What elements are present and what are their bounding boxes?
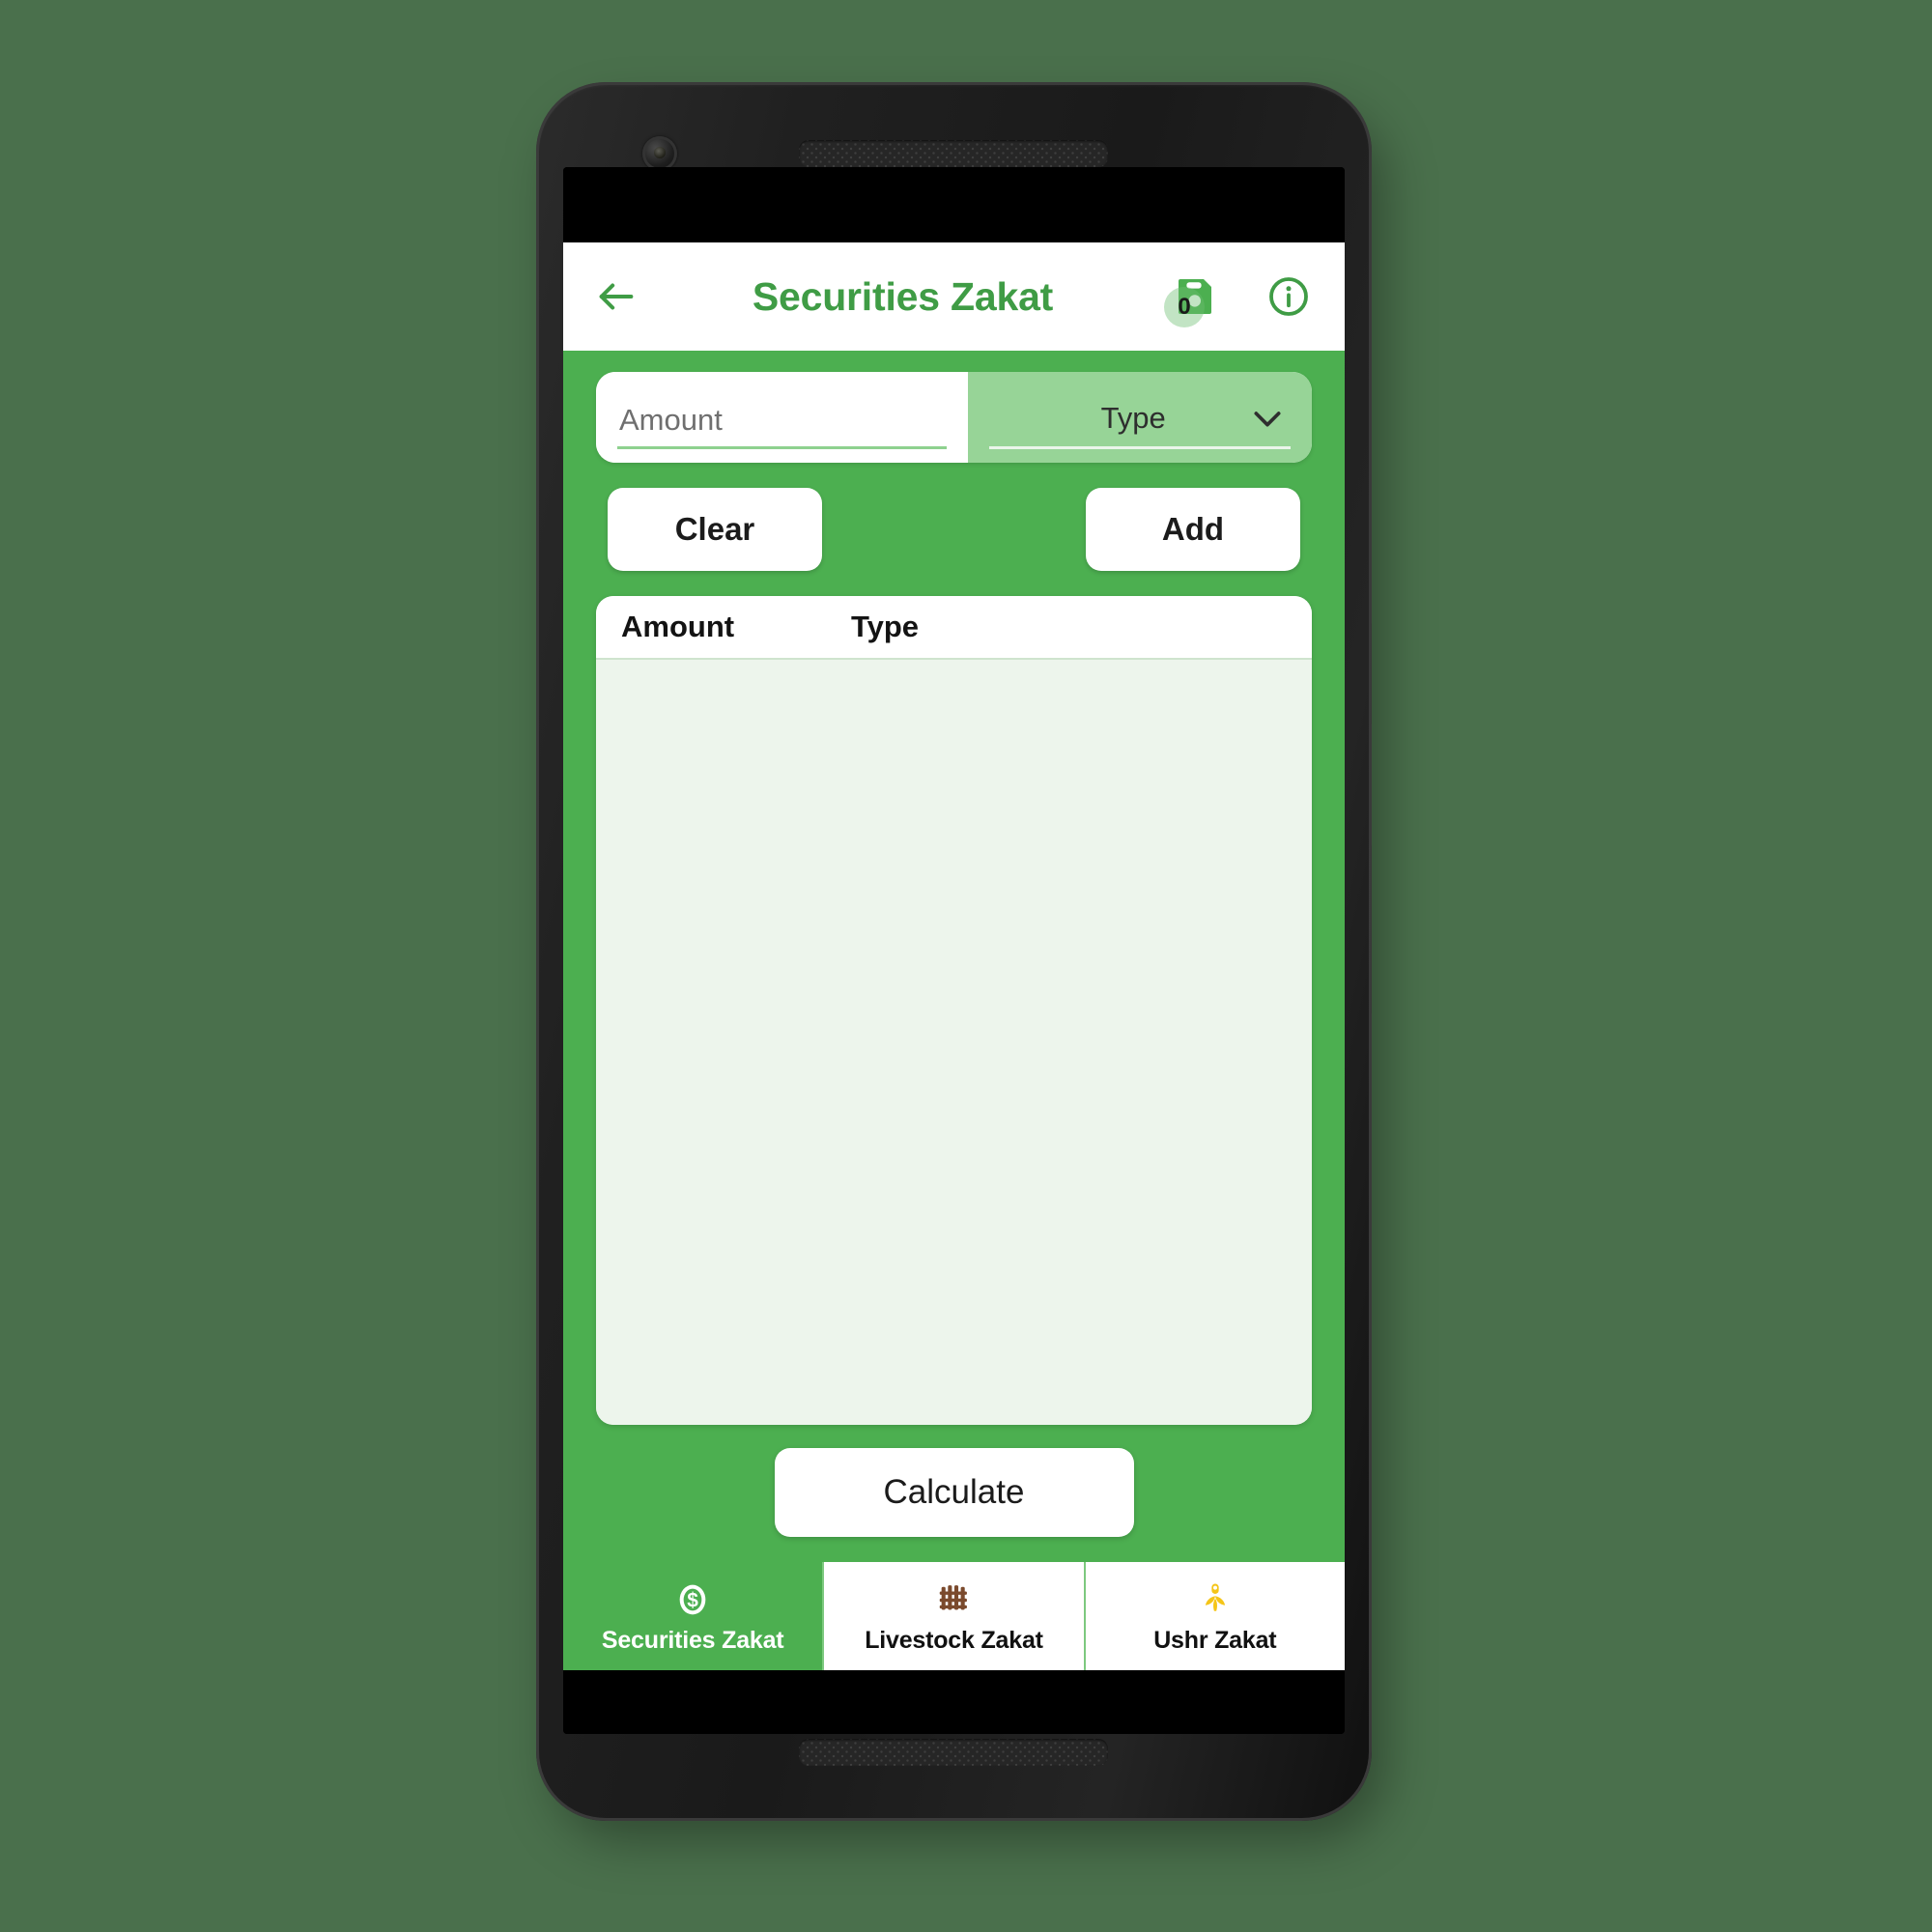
type-selected-value: Type <box>1100 401 1166 435</box>
table-header-row: Amount Type <box>596 596 1312 660</box>
bottom-navigation: $ Securities Zakat Livestock Zakat Ushr … <box>563 1562 1345 1670</box>
app-bar-actions: 0 <box>1164 268 1318 327</box>
svg-text:$: $ <box>687 1589 698 1611</box>
page-title: Securities Zakat <box>752 273 1054 319</box>
phone-screen: Securities Zakat 0 Amount Type Clear Add… <box>563 167 1345 1734</box>
nav-tab-ushr-zakat[interactable]: Ushr Zakat <box>1085 1562 1345 1670</box>
dollar-coin-icon: $ <box>673 1578 712 1621</box>
power-button[interactable] <box>1370 623 1372 724</box>
earpiece-speaker-grille <box>799 140 1108 167</box>
add-button[interactable]: Add <box>1086 488 1300 571</box>
entry-input-row: Type <box>596 372 1312 463</box>
app-bar: Securities Zakat 0 <box>563 242 1345 351</box>
table-body-empty[interactable] <box>596 660 1312 1425</box>
livestock-fence-icon <box>935 1578 972 1621</box>
phone-body: Securities Zakat 0 Amount Type Clear Add… <box>536 82 1372 1821</box>
nav-label-securities-zakat: Securities Zakat <box>601 1626 784 1654</box>
amount-field-cell <box>596 372 969 463</box>
front-camera-icon <box>642 136 677 171</box>
wheat-grain-icon <box>1197 1578 1234 1621</box>
type-dropdown-inner: Type <box>989 399 1292 449</box>
chevron-down-icon <box>1254 412 1281 427</box>
clear-button[interactable]: Clear <box>608 488 822 571</box>
app-container: Securities Zakat 0 Amount Type Clear Add… <box>563 242 1345 1670</box>
info-circle-icon <box>1269 277 1308 316</box>
back-button[interactable] <box>588 269 644 325</box>
nav-tab-securities-zakat[interactable]: $ Securities Zakat <box>563 1562 825 1670</box>
amount-input[interactable] <box>617 403 948 449</box>
save-button[interactable]: 0 <box>1164 268 1225 327</box>
type-dropdown[interactable]: Type <box>968 372 1312 463</box>
table-column-amount: Amount <box>621 610 735 643</box>
status-bar-area <box>563 167 1345 242</box>
nav-label-ushr-zakat: Ushr Zakat <box>1153 1626 1277 1654</box>
nav-label-livestock-zakat: Livestock Zakat <box>865 1626 1043 1654</box>
info-button[interactable] <box>1260 268 1318 326</box>
save-count-badge: 0 <box>1164 287 1205 327</box>
entries-table: Amount Type <box>596 596 1312 1425</box>
phone-mockup: Securities Zakat 0 Amount Type Clear Add… <box>536 82 1396 1850</box>
volume-button[interactable] <box>1370 845 1372 1014</box>
bottom-speaker-grille <box>799 1739 1108 1766</box>
entry-buttons-row: Clear Add <box>596 488 1312 571</box>
system-nav-area <box>563 1670 1345 1734</box>
calculate-button-wrap: Calculate <box>596 1425 1312 1562</box>
main-content: Type Clear Add Amount <box>563 351 1345 1562</box>
table-column-type: Type <box>851 610 920 643</box>
nav-tab-livestock-zakat[interactable]: Livestock Zakat <box>824 1562 1086 1670</box>
calculate-button[interactable]: Calculate <box>774 1448 1134 1537</box>
arrow-left-icon <box>599 283 634 310</box>
